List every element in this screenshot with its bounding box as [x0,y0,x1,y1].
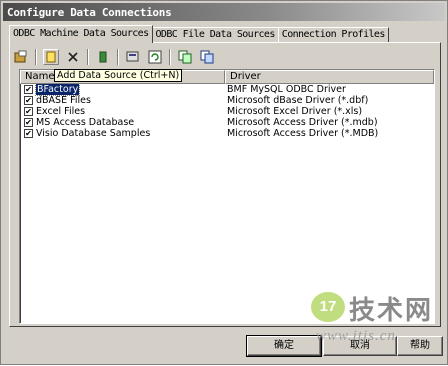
table-row[interactable]: ✔ BFactory BMF MySQL ODBC Driver [20,83,434,96]
paste-icon[interactable] [199,49,215,65]
toolbar [13,48,221,66]
import-icon[interactable] [125,49,141,65]
table-row[interactable]: ✔ Visio Database Samples Microsoft Acces… [20,128,434,139]
toolbar-separator [87,49,89,65]
new-source-icon[interactable] [13,49,29,65]
row-driver: Microsoft Excel Driver (*.xls) [227,106,363,117]
row-name: MS Access Database [36,117,135,128]
window-title: Configure Data Connections [7,5,172,19]
watermark-text: 技术网 [349,296,434,326]
tab-odbc-file-data-sources[interactable]: ODBC File Data Sources [151,27,279,43]
table-row[interactable]: ✔ MS Access Database Microsoft Access Dr… [20,117,434,128]
watermark-logo: 17 [311,292,345,322]
row-checkbox[interactable]: ✔ [24,118,33,127]
configure-data-connections-dialog: Configure Data Connections ODBC Machine … [0,0,448,365]
row-checkbox[interactable]: ✔ [24,96,33,105]
row-name: BFactory [34,83,81,96]
toolbar-separator [169,49,171,65]
copy-icon[interactable] [177,49,193,65]
row-driver: Microsoft dBase Driver (*.dbf) [227,95,369,106]
table-row[interactable]: ✔ Excel Files Microsoft Excel Driver (*.… [20,106,434,117]
watermark: 17 技术网 www.itjs.cn [301,286,448,366]
row-checkbox[interactable]: ✔ [24,107,33,116]
row-driver: BMF MySQL ODBC Driver [227,84,346,95]
row-name: Excel Files [36,106,86,117]
row-checkbox[interactable]: ✔ [24,129,33,138]
toolbar-separator [35,49,37,65]
refresh-icon[interactable] [147,49,163,65]
add-data-source-tooltip: Add Data Source (Ctrl+N) [54,69,183,82]
column-header-driver[interactable]: Driver [225,70,434,84]
tab-odbc-machine-data-sources[interactable]: ODBC Machine Data Sources [9,25,153,43]
table-row[interactable]: ✔ dBASE Files Microsoft dBase Driver (*.… [20,95,434,106]
toolbar-separator [117,49,119,65]
configure-icon[interactable] [95,49,111,65]
row-name: Visio Database Samples [36,128,151,139]
tab-strip: ODBC Machine Data Sources ODBC File Data… [9,25,389,43]
row-driver: Microsoft Access Driver (*.mdb) [227,117,378,128]
delete-icon[interactable] [65,49,81,65]
add-data-source-icon[interactable] [43,49,59,65]
row-name: dBASE Files [36,95,91,106]
watermark-url: www.itjs.cn [316,328,396,344]
tab-connection-profiles[interactable]: Connection Profiles [277,27,389,43]
title-bar[interactable]: Configure Data Connections [3,3,445,21]
row-driver: Microsoft Access Driver (*.MDB) [227,128,379,139]
row-checkbox[interactable]: ✔ [24,85,33,94]
